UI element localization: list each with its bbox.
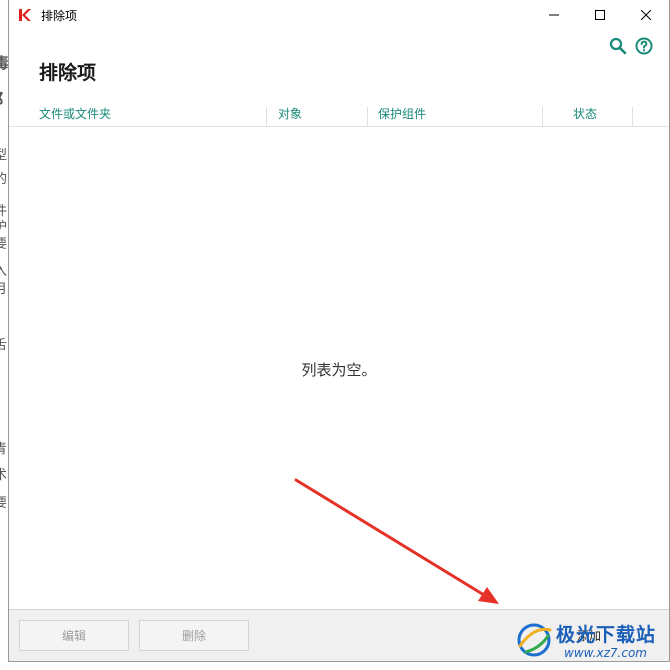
column-header-protection-component[interactable]: 保护组件 bbox=[368, 103, 426, 127]
watermark-text: 极光下载站 bbox=[556, 624, 657, 646]
window-title: 排除项 bbox=[41, 8, 78, 23]
exclusions-window: 排除项 排除项 文件或文件夹 对象 保护组件 状态 列表为空。 编辑 删除 添加 bbox=[8, 0, 670, 662]
search-icon[interactable] bbox=[609, 37, 627, 55]
column-header-status[interactable]: 状态 bbox=[563, 103, 597, 127]
site-watermark: 极光下载站 www.xz7.com bbox=[512, 616, 664, 662]
empty-list-message: 列表为空。 bbox=[301, 361, 377, 379]
column-header-file-or-folder[interactable]: 文件或文件夹 bbox=[29, 103, 111, 127]
column-header-object[interactable]: 对象 bbox=[268, 103, 302, 127]
edit-button[interactable]: 编辑 bbox=[19, 620, 129, 651]
page-title: 排除项 bbox=[39, 62, 97, 84]
column-separator[interactable] bbox=[632, 107, 633, 127]
window-controls bbox=[531, 0, 669, 30]
column-separator[interactable] bbox=[266, 107, 267, 127]
help-icon[interactable] bbox=[635, 37, 653, 55]
header-tools bbox=[609, 37, 653, 55]
delete-button[interactable]: 删除 bbox=[139, 620, 249, 651]
minimize-button[interactable] bbox=[531, 0, 577, 30]
maximize-button[interactable] bbox=[577, 0, 623, 30]
kaspersky-k-icon bbox=[19, 9, 31, 21]
close-button[interactable] bbox=[623, 0, 669, 30]
column-separator[interactable] bbox=[542, 107, 543, 127]
minimize-icon bbox=[549, 14, 559, 16]
watermark-url: www.xz7.com bbox=[564, 646, 647, 660]
maximize-icon bbox=[595, 10, 605, 20]
watermark-logo-icon bbox=[517, 623, 552, 657]
table-header: 文件或文件夹 对象 保护组件 状态 bbox=[9, 103, 669, 127]
title-bar[interactable]: 排除项 bbox=[9, 0, 669, 30]
close-icon bbox=[641, 10, 651, 20]
